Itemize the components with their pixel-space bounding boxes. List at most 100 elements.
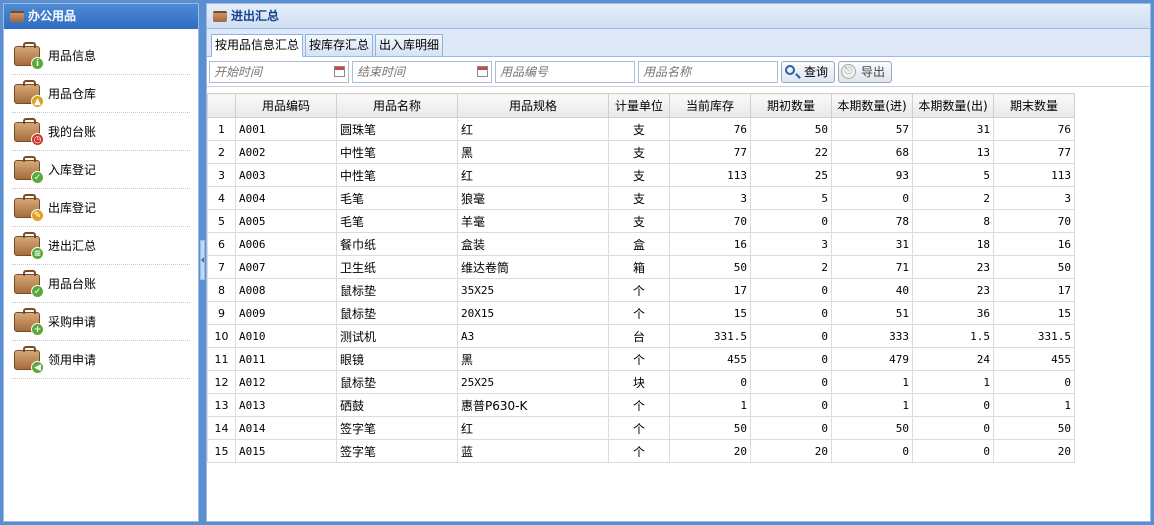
menu-item-label: 用品仓库 [48,87,97,101]
export-button-label: 导出 [861,64,886,79]
table-cell: 支 [608,186,670,210]
table-row[interactable]: 3 A003 中性笔红支 113 25 93 5 113 [207,163,1075,187]
column-header[interactable]: 计量单位 [608,93,670,118]
column-header[interactable]: 本期数量(出) [912,93,994,118]
start-time-input[interactable] [214,61,348,82]
menu-item[interactable]: ✓ 入库登记 [12,151,190,189]
column-header[interactable]: 本期数量(进) [831,93,913,118]
table-cell: 1.5 [912,324,994,348]
table-cell: 圆珠笔 [336,117,458,141]
table-row[interactable]: 9 A009 鼠标垫 20X15 个 15 0 51 36 15 [207,301,1075,325]
table-cell: 76 [993,117,1075,141]
table-cell: 1 [831,393,913,417]
table-row[interactable]: 15 A015 签字笔蓝个 20 20 0 0 20 [207,439,1075,463]
summary-table: 用品编码 用品名称 用品规格 计量单位 当前库存 期初数量 本期数量(进) 本期… [207,93,1075,463]
column-header[interactable]: 当前库存 [669,93,751,118]
table-cell: 2 [750,255,832,279]
table-row[interactable]: 11 A011 眼镜黑个 455 0 479 24 455 [207,347,1075,371]
status-badge-icon: ≡ [31,246,44,260]
column-header[interactable]: 用品名称 [336,93,458,118]
column-header[interactable]: 期初数量 [750,93,832,118]
table-cell: 0 [669,370,751,394]
table-cell: 23 [912,255,994,279]
left-panel: 办公用品 i 用品信息 ▲ 用品仓库 ◷ 我的台账 ✓ 入库登记 ✎ 出库登记 ≡ 进出汇总 ✓ 用品台账… [3,3,199,522]
end-time-field[interactable] [352,60,492,83]
column-header[interactable]: 用品编码 [235,93,337,118]
table-cell: 51 [831,301,913,325]
row-number-cell: 11 [207,347,236,371]
menu-item[interactable]: ◀ 领用申请 [12,341,190,379]
row-number-cell: 4 [207,186,236,210]
table-row[interactable]: 2 A002 中性笔黑支 77 22 68 13 77 [207,140,1075,164]
menu-item[interactable]: + 采购申请 [12,303,190,341]
item-name-input[interactable] [643,61,777,82]
table-cell: 50 [669,255,751,279]
table-row[interactable]: 14 A014 签字笔红个 50 0 50 0 50 [207,416,1075,440]
column-header[interactable]: 用品规格 [457,93,609,118]
table-cell: 鼠标垫 [336,301,458,325]
table-cell: 支 [608,140,670,164]
table-cell: 狼毫 [457,186,609,210]
menu-item-label: 我的台账 [48,125,97,139]
table-cell: 13 [912,140,994,164]
table-cell: 1 [993,393,1075,417]
table-cell: 支 [608,117,670,141]
row-number-header [207,93,236,118]
table-row[interactable]: 12 A012 鼠标垫 25X25 块 0 0 1 1 0 [207,370,1075,394]
table-row[interactable]: 5 A005 毛笔 羊毫支 70 0 78 8 70 [207,209,1075,233]
row-number-cell: 15 [207,439,236,463]
table-row[interactable]: 13 A013 硒鼓 惠普P630-K 个 1 0 1 0 1 [207,393,1075,417]
table-cell: 0 [993,370,1075,394]
table-cell: 50 [993,255,1075,279]
start-time-field[interactable] [209,60,349,83]
table-row[interactable]: 6 A006 餐巾纸 盒装盒 16 3 31 18 16 [207,232,1075,256]
table-cell: 红 [457,117,609,141]
column-header[interactable]: 期末数量 [993,93,1075,118]
table-cell: 0 [750,301,832,325]
table-cell: 76 [669,117,751,141]
left-panel-title: 办公用品 [28,9,77,23]
query-button[interactable]: 查询 [781,60,836,83]
row-number-cell: 13 [207,393,236,417]
menu-item[interactable]: ✓ 用品台账 [12,265,190,303]
data-grid: 用品编码 用品名称 用品规格 计量单位 当前库存 期初数量 本期数量(进) 本期… [207,93,1150,463]
status-badge-icon: ✓ [31,170,44,184]
item-code-field[interactable] [495,60,635,83]
table-cell: 黑 [457,140,609,164]
table-cell: 中性笔 [336,163,458,187]
tab-by-stock[interactable]: 按库存汇总 [305,34,374,56]
table-row[interactable]: 7 A007 卫生纸 维达卷筒箱 50 2 71 23 50 [207,255,1075,279]
table-cell: 支 [608,163,670,187]
menu-item-label: 用品台账 [48,277,97,291]
table-cell: 40 [831,278,913,302]
menu-item[interactable]: ≡ 进出汇总 [12,227,190,265]
end-time-input[interactable] [357,61,491,82]
table-cell: A012 [235,370,337,394]
table-row[interactable]: 8 A008 鼠标垫 35X25 个 17 0 40 23 17 [207,278,1075,302]
table-row[interactable]: 10 A010 测试机 A3 台 331.5 0 333 1.5 331.5 [207,324,1075,348]
tab-by-item[interactable]: 按用品信息汇总 [211,34,304,57]
calendar-icon[interactable] [334,65,345,77]
export-button[interactable]: ⎋ 导出 [838,60,893,83]
row-number-cell: 7 [207,255,236,279]
table-cell: 个 [608,439,670,463]
menu-item[interactable]: ▲ 用品仓库 [12,75,190,113]
collapse-splitter[interactable] [200,240,205,280]
item-name-field[interactable] [638,60,778,83]
menu-item[interactable]: ◷ 我的台账 [12,113,190,151]
menu-item[interactable]: i 用品信息 [12,37,190,75]
item-bag-icon: ≡ [14,231,44,260]
table-cell: A008 [235,278,337,302]
table-cell: 333 [831,324,913,348]
table-row[interactable]: 1 A001 圆珠笔红支 76 50 57 31 76 [207,117,1075,141]
menu-item[interactable]: ✎ 出库登记 [12,189,190,227]
tab-inout-detail[interactable]: 出入库明细 [375,34,444,56]
table-cell: 黑 [457,347,609,371]
table-cell: 2 [912,186,994,210]
item-code-input[interactable] [500,61,634,82]
table-cell: 0 [831,186,913,210]
calendar-icon[interactable] [477,65,488,77]
row-number-cell: 12 [207,370,236,394]
table-row[interactable]: 4 A004 毛笔 狼毫支 3 5 0 2 3 [207,186,1075,210]
table-cell: 签字笔 [336,416,458,440]
